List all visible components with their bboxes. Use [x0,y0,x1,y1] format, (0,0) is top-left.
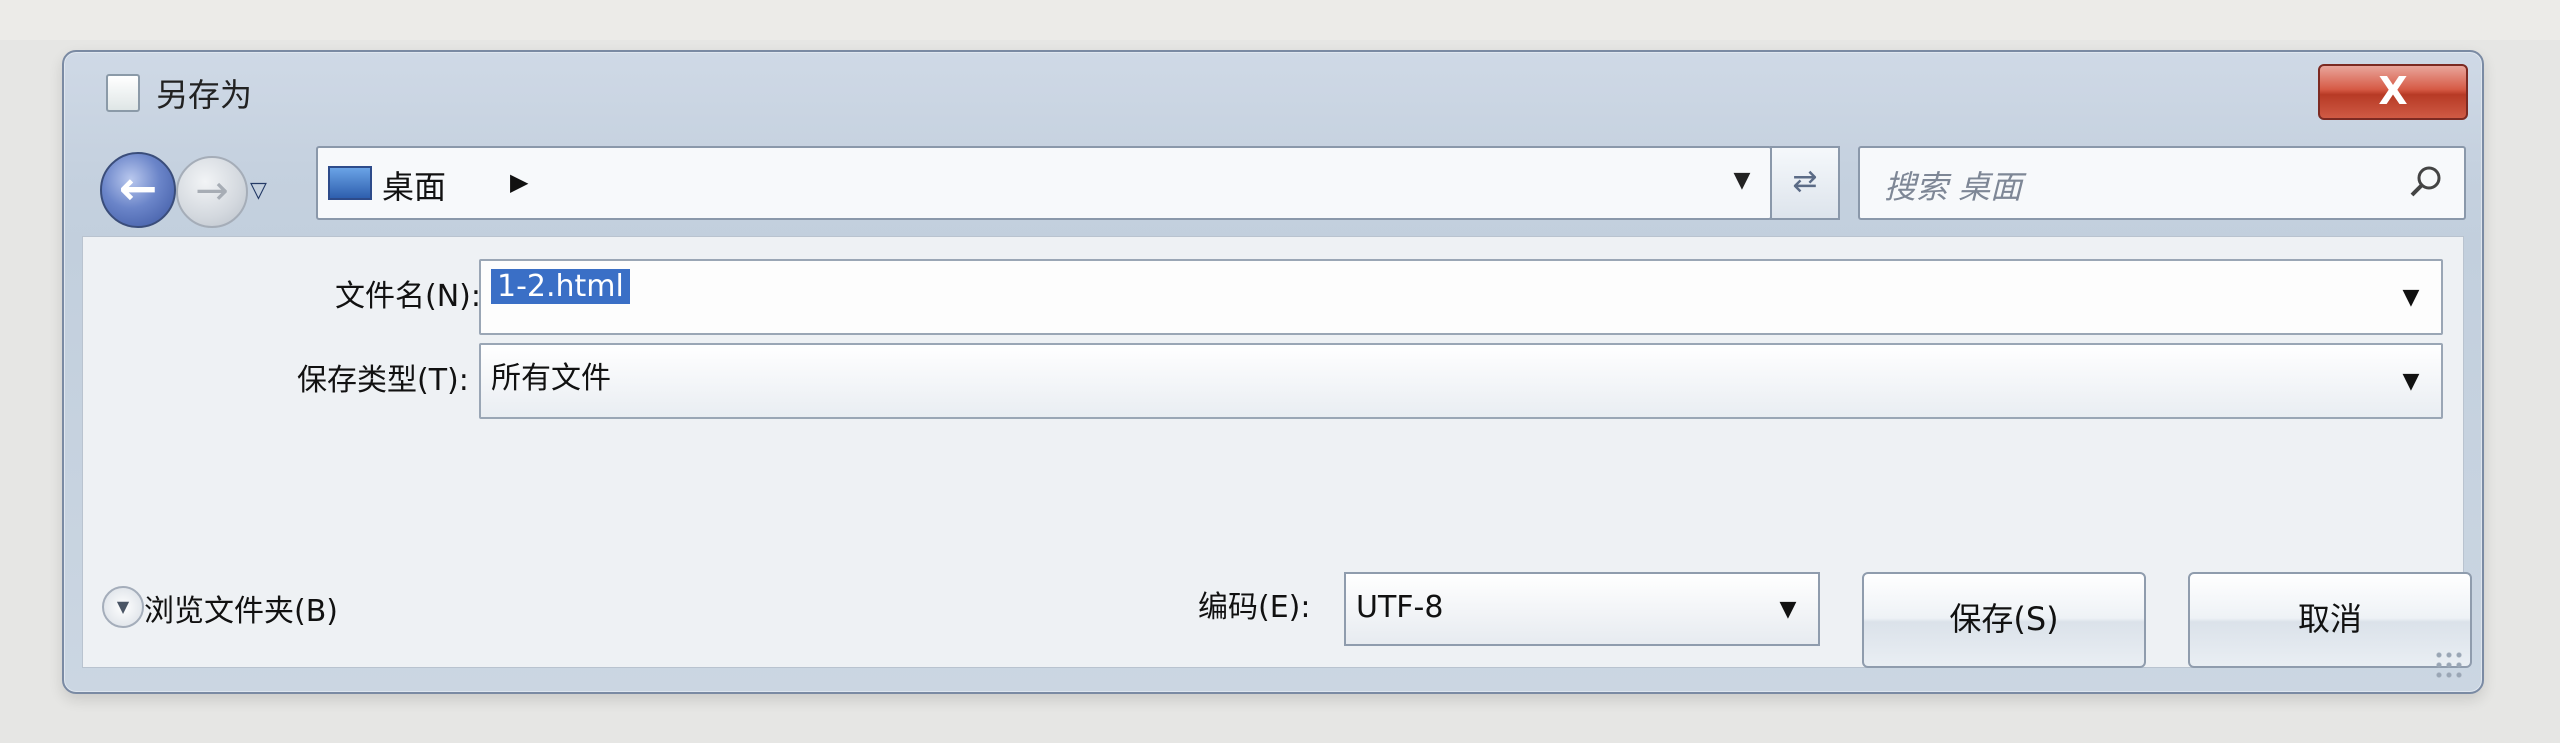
encoding-select[interactable]: UTF-8 ▼ [1344,572,1820,646]
address-dropdown-button[interactable]: ▼ [1714,148,1770,214]
arrow-left-icon: ← [118,161,158,215]
filetype-select[interactable]: 所有文件 ▼ [479,343,2443,419]
filetype-label: 保存类型(T): [297,363,469,398]
breadcrumb-location[interactable]: 桌面 [382,162,446,208]
search-icon[interactable] [2406,162,2446,202]
chevron-down-icon: ▼ [2402,284,2420,310]
chevron-down-icon: ▽ [250,178,267,203]
filename-field[interactable]: 1-2.html ▼ [479,259,2443,335]
refresh-icon: ⇄ [1792,164,1818,199]
chevron-down-icon: ▼ [2402,368,2420,394]
save-button[interactable]: 保存(S) [1862,572,2146,668]
navigation-bar: ← → ▽ 桌面 ▶ ▼ ⇄ 搜索 桌面 [64,146,2482,228]
resize-grip[interactable] [2434,650,2464,680]
chevron-right-icon[interactable]: ▶ [510,168,528,196]
filetype-value: 所有文件 [491,361,611,396]
dialog-title: 另存为 [156,76,253,114]
history-dropdown-button[interactable]: ▽ [250,178,267,203]
close-button[interactable]: X [2318,64,2468,120]
background [0,0,2560,40]
cancel-button[interactable]: 取消 [2188,572,2472,668]
title-bar: 另存为 X [64,52,2482,134]
chevron-down-icon: ▼ [1733,168,1751,193]
filename-input[interactable]: 1-2.html [491,269,630,304]
filetype-dropdown-button[interactable]: ▼ [2391,345,2431,417]
browse-folders-link[interactable]: 浏览文件夹(B) [144,586,338,630]
chevron-down-icon: ▼ [1779,596,1797,622]
desktop-icon [328,166,372,200]
browse-toggle-button[interactable]: ▼ [102,586,144,628]
forward-button[interactable]: → [176,156,248,228]
back-button[interactable]: ← [100,152,176,228]
filename-label: 文件名(N): [335,279,481,314]
search-box[interactable]: 搜索 桌面 [1858,146,2466,220]
arrow-right-icon: → [195,168,229,214]
encoding-dropdown-button[interactable]: ▼ [1768,574,1808,644]
encoding-value: UTF-8 [1356,590,1444,625]
refresh-button[interactable]: ⇄ [1770,146,1840,220]
filename-dropdown-button[interactable]: ▼ [2391,261,2431,333]
chevron-down-icon: ▼ [116,597,130,616]
encoding-label: 编码(E): [1198,590,1311,625]
search-input[interactable]: 搜索 桌面 [1884,162,2022,208]
address-bar[interactable]: 桌面 ▶ ▼ [316,146,1772,220]
document-icon [106,74,140,112]
save-as-dialog: 另存为 X ← → ▽ 桌面 ▶ ▼ ⇄ 搜索 桌面 文件名(N): 1-2.h… [62,50,2484,694]
